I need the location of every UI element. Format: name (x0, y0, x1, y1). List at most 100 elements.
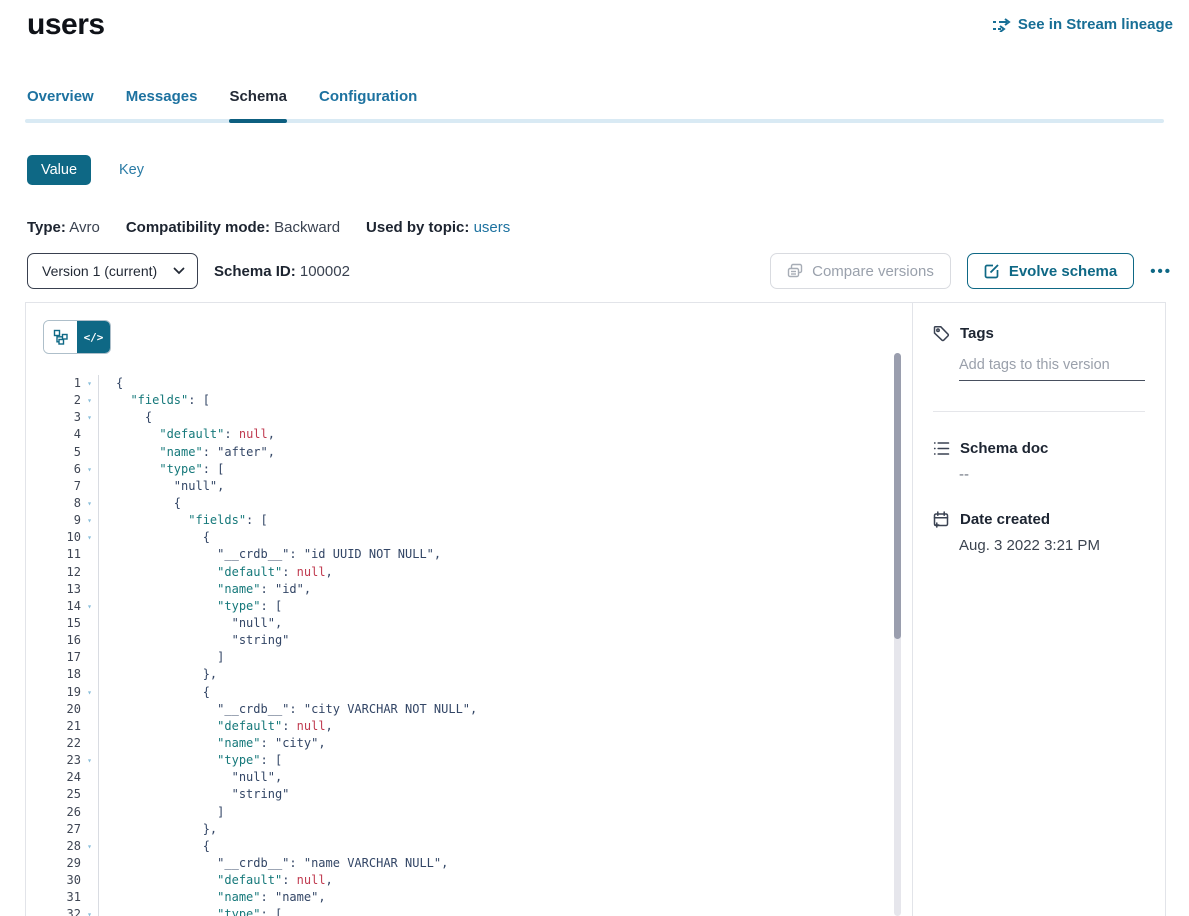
chevron-down-icon (173, 267, 185, 275)
fold-spacer (81, 478, 98, 495)
code-line: 7 "null", (43, 478, 912, 495)
code-text: "string" (98, 786, 912, 803)
code-line: 3▾ { (43, 409, 912, 426)
schema-id-value: 100002 (300, 263, 350, 280)
code-text: { (98, 375, 912, 392)
fold-arrow-icon[interactable]: ▾ (81, 512, 98, 529)
line-number: 17 (43, 649, 81, 666)
tab-messages[interactable]: Messages (126, 88, 198, 119)
line-number: 13 (43, 581, 81, 598)
value-key-toggle: Value Key (27, 155, 1189, 185)
code-line: 2▾ "fields": [ (43, 392, 912, 409)
line-number: 29 (43, 855, 81, 872)
fold-spacer (81, 769, 98, 786)
schema-type: Type: Avro (27, 219, 100, 236)
compare-versions-icon (787, 263, 803, 279)
value-tab-button[interactable]: Value (27, 155, 91, 185)
fold-spacer (81, 718, 98, 735)
fold-spacer (81, 546, 98, 563)
code-text: "null", (98, 478, 912, 495)
calendar-add-icon (933, 511, 950, 528)
fold-arrow-icon[interactable]: ▾ (81, 838, 98, 855)
tags-input[interactable] (959, 355, 1145, 381)
line-number: 28 (43, 838, 81, 855)
key-tab-button[interactable]: Key (119, 162, 144, 178)
line-number: 9 (43, 512, 81, 529)
line-number: 10 (43, 529, 81, 546)
compatibility-mode: Compatibility mode: Backward (126, 219, 340, 236)
line-number: 4 (43, 426, 81, 443)
schema-type-value: Avro (69, 219, 100, 236)
schema-doc-section: Schema doc -- (933, 440, 1145, 483)
line-number: 14 (43, 598, 81, 615)
line-number: 12 (43, 564, 81, 581)
fold-arrow-icon[interactable]: ▾ (81, 461, 98, 478)
evolve-schema-button[interactable]: Evolve schema (967, 253, 1134, 289)
code-text: "__crdb__": "id UUID NOT NULL", (98, 546, 912, 563)
used-by-topic-link[interactable]: users (474, 219, 511, 236)
fold-spacer (81, 786, 98, 803)
version-select[interactable]: Version 1 (current) (27, 253, 198, 289)
tags-title: Tags (960, 325, 994, 342)
fold-arrow-icon[interactable]: ▾ (81, 375, 98, 392)
fold-arrow-icon[interactable]: ▾ (81, 598, 98, 615)
fold-arrow-icon[interactable]: ▾ (81, 409, 98, 426)
active-tab-underline (229, 119, 287, 123)
code-text: }, (98, 666, 912, 683)
code-text: { (98, 838, 912, 855)
line-number: 3 (43, 409, 81, 426)
fold-arrow-icon[interactable]: ▾ (81, 752, 98, 769)
schema-panel: </> 1▾{2▾ "fields": [3▾ {4 "default": nu… (25, 302, 1166, 916)
fold-spacer (81, 444, 98, 461)
code-text: "type": [ (98, 461, 912, 478)
fold-spacer (81, 855, 98, 872)
tab-configuration[interactable]: Configuration (319, 88, 417, 119)
line-number: 30 (43, 872, 81, 889)
code-line: 10▾ { (43, 529, 912, 546)
schema-id: Schema ID: 100002 (214, 263, 350, 280)
used-by-topic: Used by topic: users (366, 219, 510, 236)
compatibility-mode-label: Compatibility mode: (126, 219, 270, 236)
fold-arrow-icon[interactable]: ▾ (81, 529, 98, 546)
code-line: 5 "name": "after", (43, 444, 912, 461)
line-number: 2 (43, 392, 81, 409)
code-line: 32▾ "type": [ (43, 906, 912, 916)
tags-section-header: Tags (933, 325, 1145, 342)
code-line: 31 "name": "name", (43, 889, 912, 906)
code-text: { (98, 684, 912, 701)
fold-arrow-icon[interactable]: ▾ (81, 495, 98, 512)
code-view-button[interactable]: </> (77, 321, 110, 353)
fold-spacer (81, 872, 98, 889)
schema-doc-value: -- (959, 466, 1145, 483)
fold-arrow-icon[interactable]: ▾ (81, 392, 98, 409)
fold-arrow-icon[interactable]: ▾ (81, 684, 98, 701)
tree-view-button[interactable] (44, 321, 77, 353)
fold-spacer (81, 581, 98, 598)
schema-meta-row: Type: Avro Compatibility mode: Backward … (27, 219, 1189, 236)
code-text: "fields": [ (98, 392, 912, 409)
code-text: "type": [ (98, 598, 912, 615)
more-options-button[interactable]: ••• (1150, 263, 1172, 280)
code-line: 21 "default": null, (43, 718, 912, 735)
line-number: 19 (43, 684, 81, 701)
tab-schema[interactable]: Schema (229, 88, 287, 119)
compare-versions-button[interactable]: Compare versions (770, 253, 951, 289)
code-text: { (98, 495, 912, 512)
fold-arrow-icon[interactable]: ▾ (81, 906, 98, 916)
edit-square-icon (984, 263, 1000, 279)
fold-spacer (81, 615, 98, 632)
tab-overview[interactable]: Overview (27, 88, 94, 119)
fold-spacer (81, 735, 98, 752)
date-created-section: Date created Aug. 3 2022 3:21 PM (933, 511, 1145, 554)
code-line: 11 "__crdb__": "id UUID NOT NULL", (43, 546, 912, 563)
code-text: { (98, 409, 912, 426)
stream-lineage-link[interactable]: See in Stream lineage (992, 16, 1173, 33)
editor-scrollbar-track[interactable] (894, 353, 901, 916)
line-number: 25 (43, 786, 81, 803)
date-created-header: Date created (933, 511, 1145, 528)
tab-track (25, 119, 1164, 123)
code-line: 9▾ "fields": [ (43, 512, 912, 529)
code-text: "default": null, (98, 718, 912, 735)
line-number: 27 (43, 821, 81, 838)
editor-scrollbar-thumb[interactable] (894, 353, 901, 639)
